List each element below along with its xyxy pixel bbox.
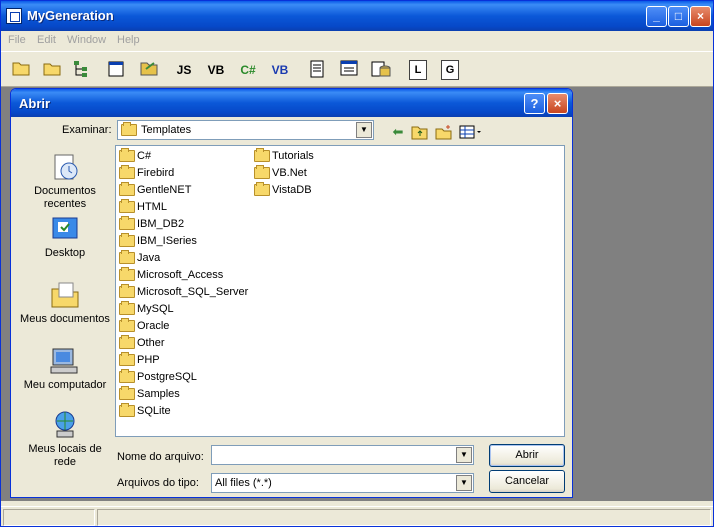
folder-icon — [119, 403, 135, 417]
status-cell-2 — [97, 509, 711, 526]
new-folder-icon[interactable] — [435, 124, 453, 140]
folder-icon — [119, 165, 135, 179]
filetype-label: Arquivos do tipo: — [117, 477, 199, 489]
file-list[interactable]: C# Firebird GentleNET HTML IBM_DB2 IBM_I… — [115, 145, 565, 437]
database-icon[interactable] — [370, 59, 392, 81]
statusbar — [1, 506, 713, 526]
main-titlebar[interactable]: MyGeneration _ □ × — [1, 1, 713, 31]
app-title: MyGeneration — [27, 8, 114, 23]
filetype-combobox[interactable]: All files (*.*) ▼ — [211, 473, 474, 493]
dropdown-arrow-icon[interactable]: ▼ — [456, 475, 472, 491]
desktop-icon — [52, 217, 78, 239]
filename-combobox[interactable]: ▼ — [211, 445, 474, 465]
dropdown-arrow-icon[interactable]: ▼ — [356, 122, 372, 138]
network-places-icon — [55, 411, 75, 438]
cancel-button[interactable]: Cancelar — [489, 470, 565, 493]
app-icon — [6, 8, 22, 24]
place-label: Meus locais de rede — [28, 443, 102, 468]
folder-icon — [119, 267, 135, 281]
tree-icon[interactable] — [71, 59, 93, 81]
javascript-template-icon[interactable]: JS — [173, 59, 195, 81]
folder-icon — [119, 233, 135, 247]
filename-label: Nome do arquivo: — [117, 451, 204, 463]
folder-icon — [119, 250, 135, 264]
look-in-label: Examinar: — [62, 124, 112, 136]
place-network[interactable]: Meus locais de rede — [19, 409, 111, 469]
folder-icon — [119, 301, 135, 315]
open-button[interactable]: Abrir — [489, 444, 565, 467]
vbnet-template-icon[interactable]: VB — [269, 59, 291, 81]
recent-documents-icon — [54, 154, 78, 180]
my-computer-icon — [50, 348, 78, 374]
place-my-computer[interactable]: Meu computador — [19, 345, 111, 392]
folder-icon — [119, 216, 135, 230]
folder-new-icon[interactable] — [41, 59, 63, 81]
dialog-titlebar[interactable]: Abrir ? × — [11, 89, 572, 117]
my-documents-icon — [51, 282, 79, 308]
folder-icon — [119, 335, 135, 349]
folder-icon — [119, 182, 135, 196]
maximize-button[interactable]: □ — [668, 6, 689, 27]
menubar: File Edit Window Help — [1, 31, 713, 49]
g-icon[interactable]: G — [441, 60, 459, 80]
menu-edit[interactable]: Edit — [37, 34, 56, 46]
vbscript-template-icon[interactable]: VB — [205, 59, 227, 81]
status-cell-1 — [3, 509, 95, 526]
place-label: Documentos recentes — [34, 185, 96, 210]
folder-icon — [119, 199, 135, 213]
properties-icon[interactable] — [306, 59, 328, 81]
folder-icon — [119, 318, 135, 332]
view-menu-icon[interactable] — [459, 124, 483, 140]
folder-icon — [254, 148, 270, 162]
place-label: Meu computador — [23, 379, 107, 391]
folder-icon — [254, 165, 270, 179]
place-recent-documents[interactable]: Documentos recentes — [19, 151, 111, 211]
folder-icon — [121, 122, 137, 136]
open-dialog: Abrir ? × Examinar: Templates ▼ ⬅ Docume… — [10, 88, 573, 498]
window-icon[interactable] — [105, 59, 127, 81]
open-folder-icon[interactable] — [11, 59, 33, 81]
folder-icon — [119, 386, 135, 400]
place-label: Desktop — [44, 247, 86, 259]
dropdown-arrow-icon[interactable]: ▼ — [456, 447, 472, 463]
menu-window[interactable]: Window — [67, 34, 106, 46]
minimize-button[interactable]: _ — [646, 6, 667, 27]
folder-icon — [119, 369, 135, 383]
back-arrow-icon[interactable]: ⬅ — [389, 124, 407, 140]
place-my-documents[interactable]: Meus documentos — [19, 279, 111, 326]
open-project-icon[interactable] — [139, 59, 161, 81]
menu-help[interactable]: Help — [117, 34, 140, 46]
folder-icon — [254, 182, 270, 196]
folder-icon — [119, 148, 135, 162]
help-button[interactable]: ? — [524, 93, 545, 114]
toolbar: JS VB C# VB L G — [1, 51, 713, 87]
filetype-value: All files (*.*) — [215, 477, 272, 489]
place-label: Meus documentos — [20, 313, 110, 325]
look-in-combobox[interactable]: Templates ▼ — [117, 120, 374, 140]
l-icon[interactable]: L — [409, 60, 427, 80]
document-list-icon[interactable] — [339, 59, 361, 81]
up-folder-icon[interactable] — [411, 124, 429, 140]
close-button[interactable]: × — [690, 6, 711, 27]
look-in-value: Templates — [141, 124, 192, 136]
dialog-close-button[interactable]: × — [547, 93, 568, 114]
places-bar: Documentos recentes Desktop Meus documen… — [19, 145, 111, 495]
dialog-title: Abrir — [19, 96, 51, 111]
menu-file[interactable]: File — [8, 34, 26, 46]
csharp-template-icon[interactable]: C# — [237, 59, 259, 81]
folder-icon — [119, 352, 135, 366]
folder-icon — [119, 284, 135, 298]
place-desktop[interactable]: Desktop — [19, 213, 111, 260]
